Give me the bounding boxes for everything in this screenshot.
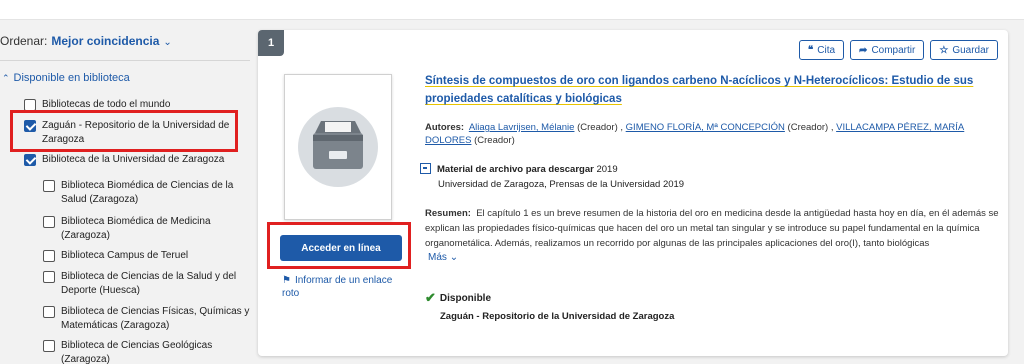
cite-button[interactable]: ❝ Cita [798,40,845,60]
result-card: 1 ❝ Cita ➦ Compartir ☆ Guardar Acceder e… [258,30,1008,356]
repository-name: Zaguán - Repositorio de la Universidad d… [440,311,675,322]
facet-option-label: Biblioteca de la Universidad de Zaragoza [42,154,225,165]
result-actions: ❝ Cita ➦ Compartir ☆ Guardar [798,40,998,60]
checkbox[interactable] [43,180,55,192]
abstract-label: Resumen: [425,208,471,219]
result-title[interactable]: Síntesis de compuestos de oro con ligand… [425,72,1000,108]
facet-panel: Ordenar: Mejor coincidencia ⌄ ⌃ Disponible … [0,20,256,364]
checkbox-checked[interactable] [24,154,36,166]
report-broken-link[interactable]: ⚑ Informar de un enlace roto [282,274,402,300]
facet-option-label: Biblioteca de Ciencias de la Salud y del… [61,271,237,296]
share-label: Compartir [871,44,916,56]
save-label: Guardar [952,44,989,56]
author-role: (Creador) , [787,122,834,133]
facet-title: Disponible en biblioteca [13,72,130,84]
publisher: Universidad de Zaragoza, Prensas de la U… [438,179,685,190]
chevron-up-icon: ⌃ [2,73,10,83]
report-link-label: Informar de un enlace roto [282,275,393,299]
format-year: 2019 [596,164,618,175]
divider [0,60,250,61]
facet-option-label: Biblioteca Biomédica de Medicina (Zarago… [61,216,211,241]
author-link[interactable]: Aliaga Lavrijsen, Mélanie [469,122,575,133]
chevron-down-icon[interactable]: ⌄ [163,37,171,48]
availability-status: ✔ Disponible [425,290,491,306]
flag-icon: ⚑ [282,275,291,286]
availability-label: Disponible [439,292,492,304]
format-label: Material de archivo para descargar [437,164,594,175]
star-icon: ☆ [939,44,949,56]
show-more-label: Más [428,252,447,263]
authors-label: Autores: [425,122,465,133]
check-icon: ✔ [425,290,436,305]
highlight-box [10,110,238,152]
highlight-box [267,222,411,269]
facet-toggle-library[interactable]: ⌃ Disponible en biblioteca [2,72,130,84]
facet-option-label: Biblioteca de Ciencias Geológicas (Zarag… [61,340,213,364]
share-icon: ➦ [859,44,868,56]
author-role: (Creador) , [577,122,624,133]
checkbox[interactable] [43,216,55,228]
archive-thumbnail[interactable] [284,74,392,220]
checkbox[interactable] [43,250,55,262]
cite-label: Cita [817,44,836,56]
archive-box-icon [298,107,378,187]
facet-option-label: Biblioteca de Ciencias Físicas, Químicas… [61,306,250,331]
sort-value[interactable]: Mejor coincidencia [51,34,159,48]
abstract: Resumen: El capítulo 1 es un breve resum… [425,206,1000,251]
quote-icon: ❝ [807,44,814,56]
checkbox[interactable] [43,306,55,318]
checkbox[interactable] [43,271,55,283]
sort-control[interactable]: Ordenar: Mejor coincidencia ⌄ [0,34,172,48]
result-number: 1 [258,30,284,56]
author-link[interactable]: GIMENO FLORÍA, Mª CONCEPCIÓN [626,122,785,133]
facet-option-label: Biblioteca Biomédica de Ciencias de la S… [61,180,234,205]
sort-label: Ordenar: [0,34,48,48]
checkbox[interactable] [43,340,55,352]
share-button[interactable]: ➦ Compartir [850,40,925,60]
author-role: (Creador) [474,135,515,146]
show-more-button[interactable]: Más ⌄ [428,252,458,263]
abstract-text: El capítulo 1 es un breve resumen de la … [425,208,999,249]
format-info: Material de archivo para descargar 2019 … [420,162,995,192]
facet-option-label: Biblioteca Campus de Teruel [61,250,189,261]
chevron-down-icon: ⌄ [449,252,459,263]
archive-icon [420,163,431,174]
authors: Autores: Aliaga Lavrijsen, Mélanie (Crea… [425,121,1000,147]
top-bar [0,0,1024,20]
save-button[interactable]: ☆ Guardar [930,40,998,60]
